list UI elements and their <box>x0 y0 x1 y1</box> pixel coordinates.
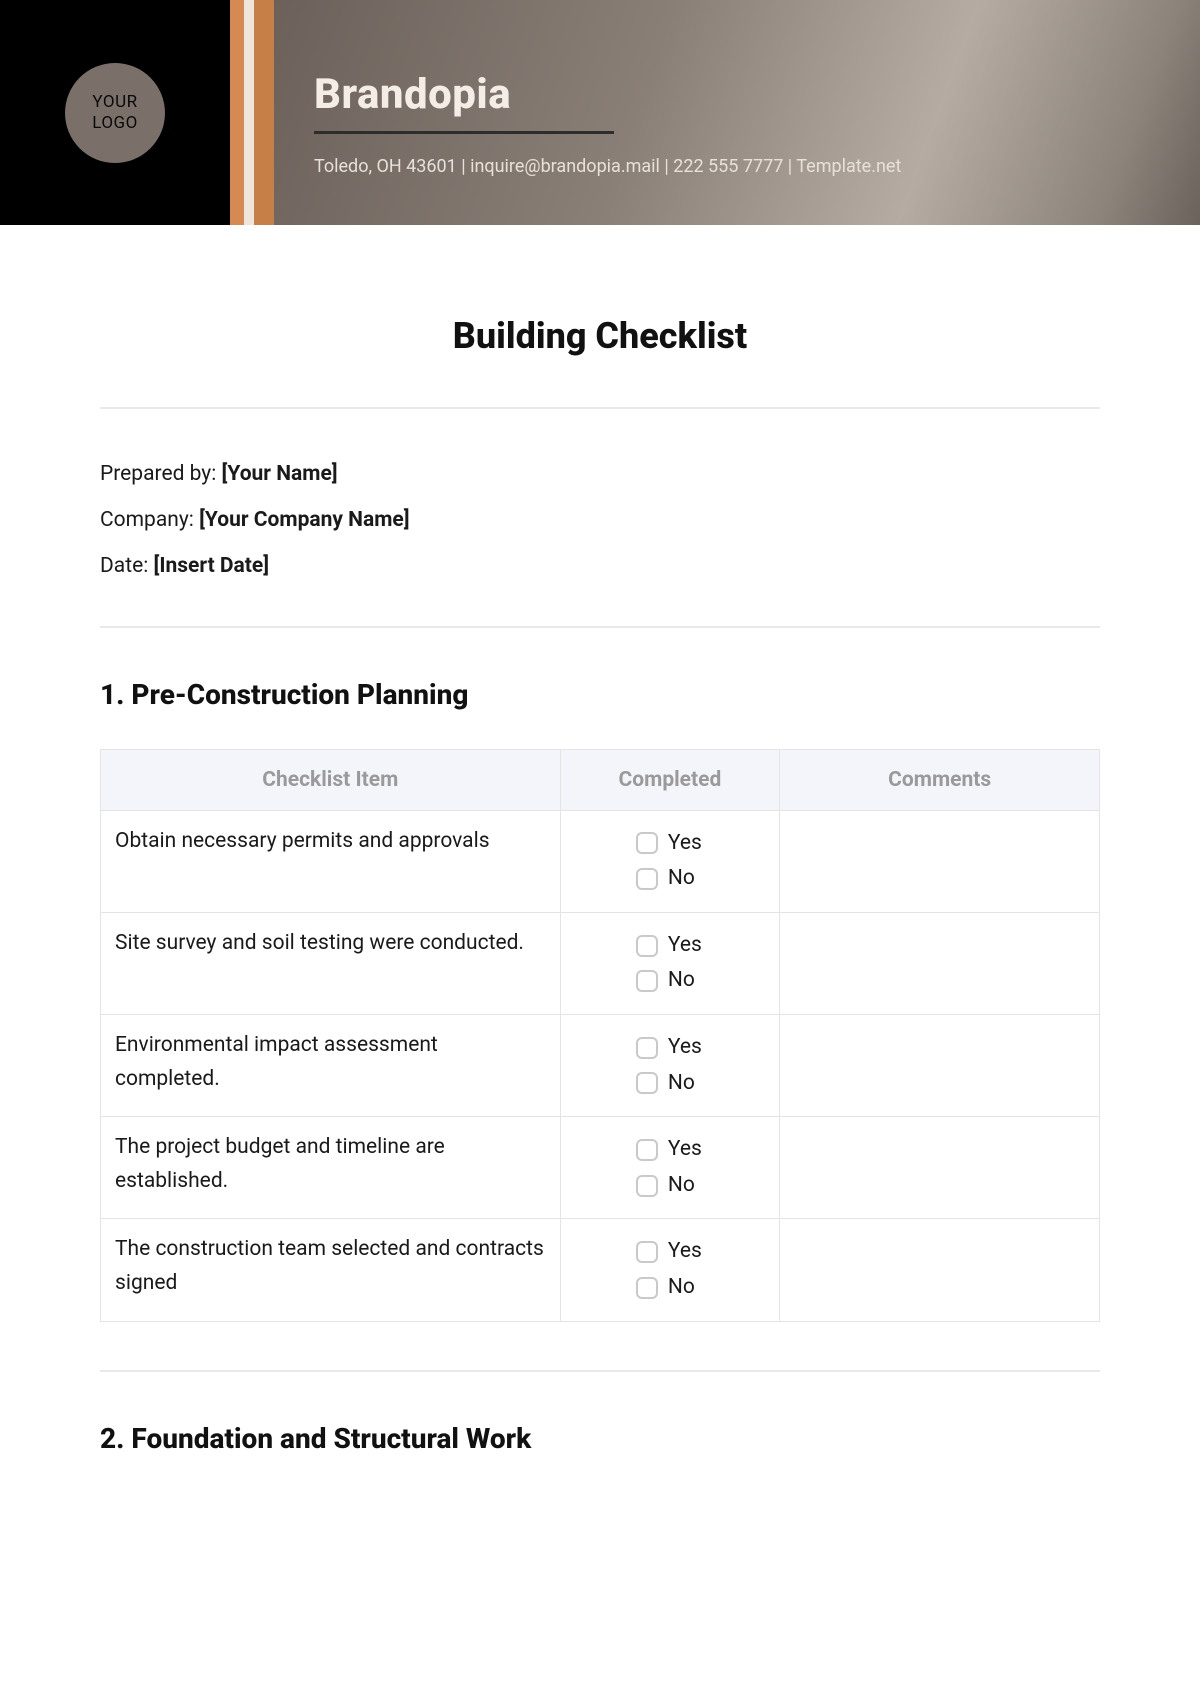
table-row: The construction team selected and contr… <box>101 1219 1100 1321</box>
logo-text-line1: YOUR <box>92 92 137 112</box>
label-yes: Yes <box>668 1031 704 1065</box>
cell-completed: YesNo <box>560 1014 780 1116</box>
checkbox-no[interactable] <box>636 868 658 890</box>
cell-comments[interactable] <box>780 1117 1100 1219</box>
checkbox-yes[interactable] <box>636 935 658 957</box>
table-header-row: Checklist Item Completed Comments <box>101 749 1100 810</box>
section-title-1: 1. Pre-Construction Planning <box>100 678 1100 711</box>
cell-completed: YesNo <box>560 1219 780 1321</box>
th-completed: Completed <box>560 749 780 810</box>
cell-item: The project budget and timeline are esta… <box>101 1117 561 1219</box>
checklist-table-1: Checklist Item Completed Comments Obtain… <box>100 749 1100 1322</box>
meta-value: [Your Name] <box>222 462 338 486</box>
logo-panel: YOUR LOGO <box>0 0 230 225</box>
label-yes: Yes <box>668 929 704 963</box>
label-no: No <box>668 1067 704 1101</box>
page-title: Building Checklist <box>100 315 1100 357</box>
meta-block: Prepared by: [Your Name] Company: [Your … <box>100 409 1100 626</box>
cell-completed: YesNo <box>560 912 780 1014</box>
meta-label: Company: <box>100 508 199 532</box>
meta-label: Date: <box>100 554 154 578</box>
cell-comments[interactable] <box>780 810 1100 912</box>
checkbox-no[interactable] <box>636 1072 658 1094</box>
cell-comments[interactable] <box>780 1014 1100 1116</box>
document-body: Building Checklist Prepared by: [Your Na… <box>0 225 1200 1533</box>
meta-date: Date: [Insert Date] <box>100 543 1100 589</box>
meta-value: [Your Company Name] <box>199 508 409 532</box>
label-no: No <box>668 1169 704 1203</box>
document-header: YOUR LOGO Brandopia Toledo, OH 43601 | i… <box>0 0 1200 225</box>
logo-text-line2: LOGO <box>92 113 138 133</box>
label-yes: Yes <box>668 1133 704 1167</box>
accent-stripes <box>230 0 274 225</box>
section-title-2: 2. Foundation and Structural Work <box>100 1422 1100 1455</box>
yesno-option: No <box>575 862 766 896</box>
cell-completed: YesNo <box>560 810 780 912</box>
cell-comments[interactable] <box>780 912 1100 1014</box>
table-row: Environmental impact assessment complete… <box>101 1014 1100 1116</box>
label-no: No <box>668 964 704 998</box>
brand-name: Brandopia <box>314 70 1160 119</box>
yesno-option: Yes <box>575 1031 766 1065</box>
yesno-option: Yes <box>575 929 766 963</box>
cell-comments[interactable] <box>780 1219 1100 1321</box>
yesno-option: Yes <box>575 1133 766 1167</box>
checkbox-no[interactable] <box>636 970 658 992</box>
label-no: No <box>668 1271 704 1305</box>
table-row: Obtain necessary permits and approvalsYe… <box>101 810 1100 912</box>
yesno-option: Yes <box>575 827 766 861</box>
yesno-option: No <box>575 1067 766 1101</box>
cell-item: The construction team selected and contr… <box>101 1219 561 1321</box>
stripe-2 <box>244 0 254 225</box>
checkbox-yes[interactable] <box>636 832 658 854</box>
meta-prepared: Prepared by: [Your Name] <box>100 451 1100 497</box>
yesno-option: No <box>575 1169 766 1203</box>
contact-line: Toledo, OH 43601 | inquire@brandopia.mai… <box>314 156 1160 177</box>
checkbox-yes[interactable] <box>636 1139 658 1161</box>
checkbox-yes[interactable] <box>636 1241 658 1263</box>
meta-company: Company: [Your Company Name] <box>100 497 1100 543</box>
th-item: Checklist Item <box>101 749 561 810</box>
table-row: The project budget and timeline are esta… <box>101 1117 1100 1219</box>
logo-placeholder: YOUR LOGO <box>65 63 165 163</box>
stripe-1 <box>230 0 244 225</box>
yesno-option: Yes <box>575 1235 766 1269</box>
checkbox-no[interactable] <box>636 1175 658 1197</box>
stripe-3 <box>254 0 274 225</box>
meta-label: Prepared by: <box>100 462 222 486</box>
cell-completed: YesNo <box>560 1117 780 1219</box>
cell-item: Environmental impact assessment complete… <box>101 1014 561 1116</box>
label-no: No <box>668 862 704 896</box>
yesno-option: No <box>575 964 766 998</box>
divider <box>100 1370 1100 1372</box>
cell-item: Obtain necessary permits and approvals <box>101 810 561 912</box>
label-yes: Yes <box>668 1235 704 1269</box>
checkbox-no[interactable] <box>636 1277 658 1299</box>
checkbox-yes[interactable] <box>636 1037 658 1059</box>
brand-panel: Brandopia Toledo, OH 43601 | inquire@bra… <box>274 0 1200 225</box>
label-yes: Yes <box>668 827 704 861</box>
th-comments: Comments <box>780 749 1100 810</box>
table-row: Site survey and soil testing were conduc… <box>101 912 1100 1014</box>
cell-item: Site survey and soil testing were conduc… <box>101 912 561 1014</box>
divider <box>100 626 1100 628</box>
yesno-option: No <box>575 1271 766 1305</box>
brand-underline <box>314 131 614 134</box>
meta-value: [Insert Date] <box>154 554 270 578</box>
